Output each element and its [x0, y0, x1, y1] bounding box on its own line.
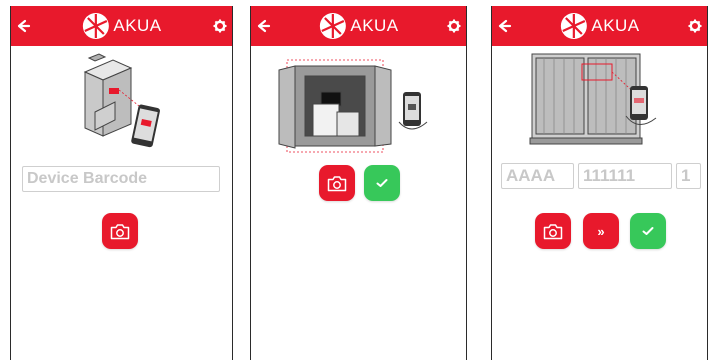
brand: AKUA [559, 12, 639, 40]
confirm-button[interactable] [364, 165, 400, 201]
akua-logo-icon [82, 13, 109, 39]
check-icon [376, 179, 388, 187]
device-scanning-illustration [83, 53, 160, 148]
closed-container-doors-illustration [529, 53, 657, 145]
app-bar: AKUA [251, 6, 466, 46]
take-photo-camera-button[interactable] [319, 165, 355, 201]
settings-gear-icon[interactable] [447, 19, 461, 33]
device-barcode-input[interactable] [22, 166, 220, 192]
app-bar: AKUA [11, 6, 232, 46]
camera-icon [110, 223, 130, 239]
owner-code-input[interactable] [501, 163, 574, 189]
settings-gear-icon[interactable] [688, 19, 702, 33]
akua-logo-icon [560, 13, 587, 39]
check-icon [642, 227, 654, 235]
back-arrow-icon[interactable] [255, 18, 271, 34]
container-number-screen: AKUA AAAA 111111 1 » [491, 6, 708, 360]
back-arrow-icon[interactable] [15, 18, 31, 34]
brand: AKUA [318, 12, 398, 40]
check-digit-input[interactable] [676, 163, 701, 189]
serial-number-input[interactable] [578, 163, 672, 189]
scan-barcode-camera-button[interactable] [102, 213, 138, 249]
open-container-illustration [278, 59, 428, 153]
brand-name: AKUA [591, 16, 640, 35]
device-pairing-screen: AKUA [10, 6, 233, 360]
double-chevron-right-icon: » [597, 223, 605, 239]
scan-number-camera-button[interactable] [535, 213, 571, 249]
camera-icon [543, 223, 563, 239]
brand-name: AKUA [350, 16, 399, 35]
app-bar: AKUA [492, 6, 707, 46]
brand: AKUA [81, 12, 161, 40]
camera-icon [327, 175, 347, 191]
skip-button[interactable]: » [583, 213, 619, 249]
settings-gear-icon[interactable] [213, 19, 227, 33]
back-arrow-icon[interactable] [496, 18, 512, 34]
akua-logo-icon [319, 13, 346, 39]
container-photo-screen: AKUA [250, 6, 467, 360]
confirm-button[interactable] [630, 213, 666, 249]
brand-name: AKUA [113, 16, 162, 35]
